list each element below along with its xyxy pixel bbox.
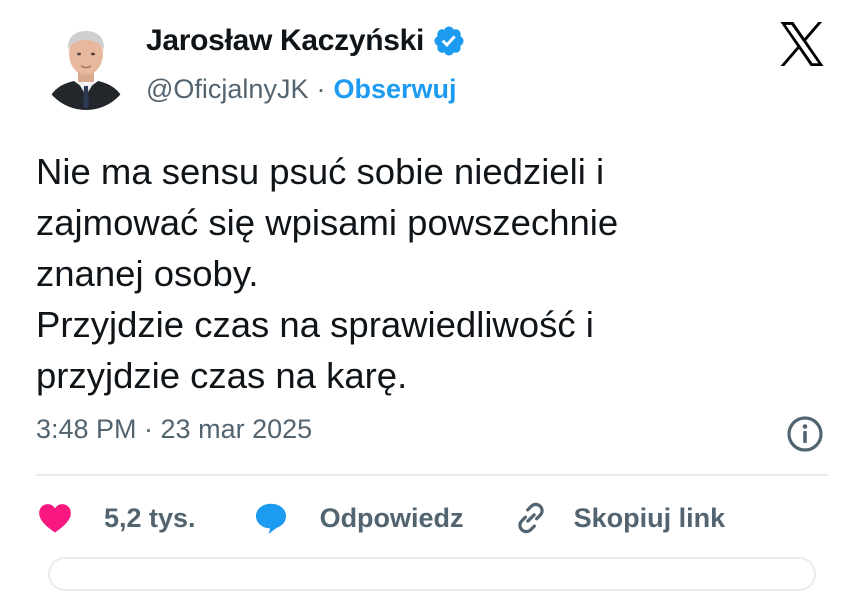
separator-dot: · (316, 74, 326, 104)
tweet-line: przyjdzie czas na karę. (36, 355, 408, 396)
x-logo-icon[interactable] (778, 22, 826, 66)
verified-badge-icon (434, 26, 464, 56)
copy-link-label: Skopiuj link (573, 502, 726, 533)
bottom-button-partial[interactable] (48, 557, 816, 591)
author-name-row: Jarosław Kaczyński (146, 24, 466, 58)
like-count: 5,2 tys. (104, 502, 196, 533)
author-avatar[interactable] (40, 18, 132, 110)
action-bar: 5,2 tys. Odpowiedz Skopiuj link (36, 495, 725, 541)
follow-button[interactable]: Obserwuj (333, 74, 456, 105)
tweet-text: Nie ma sensu psuć sobie niedzieli i zajm… (36, 146, 826, 401)
author-handle-row: @OficjalnyJK · Obserwuj (146, 74, 456, 105)
author-handle[interactable]: @OficjalnyJK (146, 74, 308, 105)
tweet-line: zajmować się wpisami powszechnie (36, 202, 619, 243)
copy-link-button[interactable]: Skopiuj link (512, 499, 726, 537)
like-button[interactable]: 5,2 tys. (36, 499, 196, 537)
link-icon (517, 502, 544, 534)
heart-icon (39, 504, 71, 533)
reply-label: Odpowiedz (319, 502, 464, 533)
tweet-line: Nie ma sensu psuć sobie niedzieli i (36, 151, 605, 192)
divider (36, 474, 828, 476)
author-name[interactable]: Jarosław Kaczyński (146, 24, 424, 58)
tweet-timestamp[interactable]: 3:48 PM · 23 mar 2025 (36, 414, 312, 445)
tweet-line: znanej osoby. (36, 253, 259, 294)
info-icon[interactable] (785, 414, 825, 454)
avatar-photo (40, 18, 132, 110)
reply-button[interactable]: Odpowiedz (252, 499, 464, 537)
speech-bubble-icon (255, 503, 286, 534)
tweet-line: Przyjdzie czas na sprawiedliwość i (36, 304, 594, 345)
